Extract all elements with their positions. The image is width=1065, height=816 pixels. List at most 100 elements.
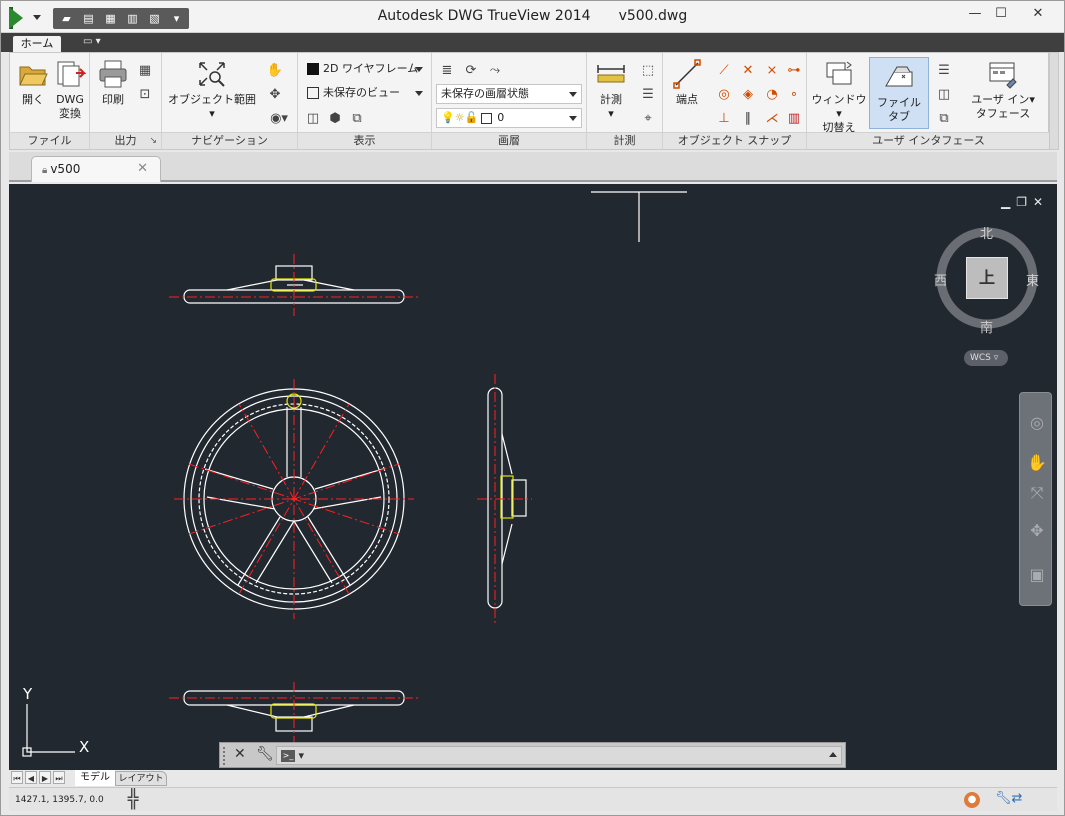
- printer-icon: [99, 60, 127, 88]
- measure-button[interactable]: 計測 ▾: [589, 59, 633, 121]
- ribbon-scrollbar[interactable]: [1049, 52, 1059, 150]
- open-button[interactable]: 開く: [14, 59, 52, 107]
- visual-style-dropdown[interactable]: 2D ワイヤフレーム: [302, 59, 428, 79]
- compass-west[interactable]: 西: [934, 270, 947, 289]
- view-cube-shaded-icon[interactable]: ⬢: [324, 107, 346, 129]
- user-interface-label-1: ユーザ イン: [971, 93, 1030, 106]
- midpoint-snap-icon[interactable]: ⟋: [713, 59, 735, 81]
- clear-snaps-icon[interactable]: ▥: [783, 107, 805, 129]
- prev-layout-icon[interactable]: ◀: [25, 771, 37, 784]
- layer-match-icon[interactable]: ⤳: [484, 59, 506, 81]
- close-button[interactable]: ✕: [1015, 1, 1061, 25]
- viewport-minimize-icon[interactable]: ▁: [1001, 195, 1010, 209]
- compass-north[interactable]: 北: [980, 223, 993, 242]
- steering-wheel-nav-icon[interactable]: ◎: [1026, 413, 1048, 435]
- nearest-snap-icon[interactable]: ⋌: [761, 107, 783, 129]
- view-manager-icon[interactable]: ⧉: [346, 107, 368, 129]
- orbit-nav-icon[interactable]: ✥: [1026, 521, 1048, 543]
- document-tab[interactable]: 🔒︎ v500 ✕: [31, 156, 161, 182]
- wcs-menu[interactable]: WCS ▿: [964, 350, 1008, 366]
- drawing-canvas[interactable]: Y X: [9, 184, 1057, 770]
- maximize-button[interactable]: ☐: [989, 1, 1013, 25]
- tab-model[interactable]: モデル: [75, 770, 115, 786]
- app-window: ▰ ▤ ▦ ▥ ▧ ▾ Autodesk DWG TrueView 2014 v5…: [0, 0, 1065, 816]
- wrench-icon[interactable]: 🔧︎: [256, 746, 274, 762]
- compass-south[interactable]: 南: [980, 317, 993, 336]
- visual-style-icon: [307, 63, 319, 75]
- view-icon: [307, 87, 319, 99]
- steering-wheel-icon[interactable]: ◉▾: [264, 107, 294, 129]
- tile-horizontal-icon[interactable]: ☰: [933, 59, 955, 81]
- plot-preview-icon[interactable]: ⊡: [134, 83, 156, 105]
- node-snap-icon[interactable]: ⊶: [783, 59, 805, 81]
- batch-plot-icon[interactable]: ▦: [134, 59, 156, 81]
- center-snap-icon[interactable]: ◎: [713, 83, 735, 105]
- layer-properties-icon[interactable]: ≣: [436, 59, 458, 81]
- coordinate-readout[interactable]: 1427.1, 1395.7, 0.0: [15, 792, 123, 808]
- viewcube-top-face[interactable]: 上: [966, 257, 1008, 299]
- apparent-intersection-icon[interactable]: ⨯: [761, 59, 783, 81]
- named-view-dropdown[interactable]: 未保存のビュー: [302, 83, 428, 103]
- dialog-launcher-icon[interactable]: ↘: [149, 133, 157, 149]
- next-layout-icon[interactable]: ▶: [39, 771, 51, 784]
- file-tabs-icon: [885, 66, 913, 87]
- view-box-icon[interactable]: ◫: [302, 107, 324, 129]
- perpendicular-snap-icon[interactable]: ⊥: [713, 107, 735, 129]
- notification-icon[interactable]: ●: [964, 792, 980, 808]
- current-layer-value: 0: [497, 111, 505, 124]
- parallel-snap-icon[interactable]: ∥: [737, 107, 759, 129]
- tab-layout1[interactable]: レイアウト1: [115, 771, 167, 798]
- viewport-restore-icon[interactable]: ❐: [1016, 195, 1027, 209]
- zoom-extents-button[interactable]: オブジェクト範囲 ▾: [166, 59, 258, 121]
- quadrant-snap-icon[interactable]: ◈: [737, 83, 759, 105]
- ribbon-display-toggle[interactable]: ▭ ▾: [83, 36, 111, 50]
- layer-state-icon[interactable]: ⟳: [460, 59, 482, 81]
- endpoint-snap-button[interactable]: 端点: [665, 59, 709, 107]
- insertion-snap-icon[interactable]: ∘: [783, 83, 805, 105]
- viewcube[interactable]: 北 南 東 西 上: [926, 221, 1042, 341]
- chevron-down-icon: ▾: [608, 107, 614, 120]
- convert-label-2: 変換: [59, 107, 81, 120]
- snap-grid-icon[interactable]: ╬: [123, 790, 143, 810]
- measure-area-icon[interactable]: ⬚: [637, 59, 659, 81]
- layer-state-dropdown[interactable]: 未保存の画層状態: [436, 84, 582, 104]
- workspace-tools-icon[interactable]: 🔧︎⇄: [995, 791, 1035, 809]
- intersection-snap-icon[interactable]: ✕: [737, 59, 759, 81]
- tab-home[interactable]: ホーム: [13, 36, 61, 52]
- tile-vertical-icon[interactable]: ◫: [933, 83, 955, 105]
- showmotion-nav-icon[interactable]: ▣: [1026, 565, 1048, 587]
- measure-label: 計測: [600, 93, 622, 106]
- switch-windows-button[interactable]: ウィンドウ▾ 切替え: [811, 59, 867, 135]
- last-layout-icon[interactable]: ⏭: [53, 771, 65, 784]
- command-line-grip[interactable]: [223, 747, 227, 765]
- id-point-icon[interactable]: ⌖: [637, 107, 659, 129]
- pan-nav-icon[interactable]: ✋: [1026, 453, 1048, 475]
- file-tabs-label: ファイル タブ: [877, 96, 921, 123]
- window-title: Autodesk DWG TrueView 2014 v500.dwg: [1, 8, 1064, 24]
- ucs-y-label: Y: [22, 685, 33, 703]
- print-button[interactable]: 印刷: [94, 59, 132, 107]
- close-icon[interactable]: ✕: [137, 157, 148, 181]
- close-icon[interactable]: ✕: [234, 746, 246, 762]
- minimize-button[interactable]: —: [963, 1, 987, 25]
- cascade-windows-icon[interactable]: ⧉: [933, 107, 955, 129]
- layer-color-swatch: [481, 112, 493, 124]
- first-layout-icon[interactable]: ⏮: [11, 771, 23, 784]
- navigation-bar: ◎ ✋ ⤧ ✥ ▣: [1019, 392, 1052, 606]
- orbit-icon[interactable]: ✥: [264, 83, 286, 105]
- ucs-icon: [22, 704, 75, 757]
- viewport-close-icon[interactable]: ✕: [1033, 195, 1043, 209]
- compass-east[interactable]: 東: [1026, 270, 1039, 289]
- zoom-extents-nav-icon[interactable]: ⤧: [1026, 483, 1048, 505]
- list-icon[interactable]: ☰: [637, 83, 659, 105]
- command-history-icon[interactable]: [829, 752, 837, 757]
- command-input[interactable]: >_ ▾: [276, 746, 842, 765]
- tangent-snap-icon[interactable]: ◔: [761, 83, 783, 105]
- user-interface-button[interactable]: ユーザ イン▾ タフェース: [963, 59, 1043, 121]
- file-tabs-toggle-button[interactable]: ファイル タブ: [869, 57, 929, 129]
- panel-file-label: ファイル: [10, 132, 89, 149]
- command-prompt-icon[interactable]: >_: [281, 750, 295, 762]
- layer-dropdown[interactable]: 💡☼🔓 0: [436, 108, 582, 128]
- dwg-convert-button[interactable]: DWG 変換: [52, 59, 88, 121]
- pan-hand-icon[interactable]: ✋: [264, 59, 286, 81]
